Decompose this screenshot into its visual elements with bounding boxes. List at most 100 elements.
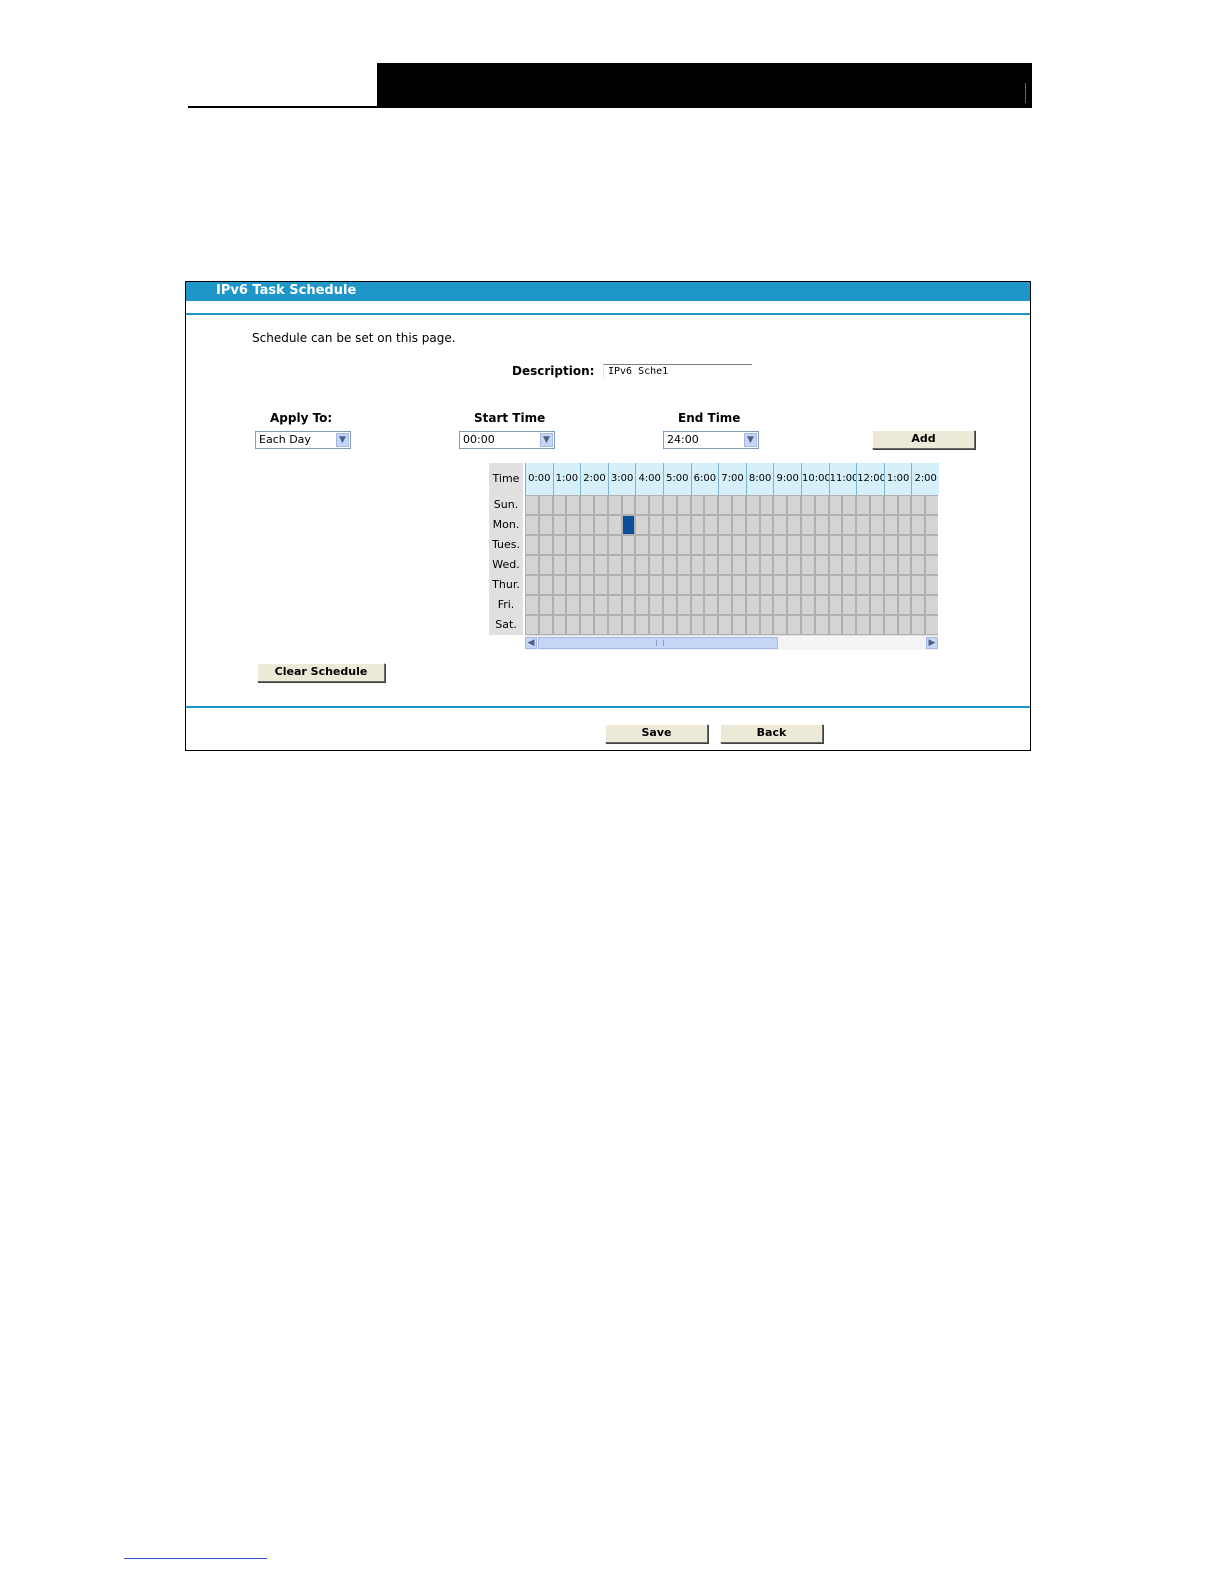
schedule-cell[interactable] [526, 516, 538, 534]
schedule-cell[interactable] [746, 596, 759, 614]
schedule-cell[interactable] [719, 496, 731, 514]
schedule-cell[interactable] [912, 576, 925, 594]
schedule-cell[interactable] [926, 556, 938, 574]
schedule-cell[interactable] [829, 496, 842, 514]
schedule-cell[interactable] [567, 536, 580, 554]
schedule-cell[interactable] [788, 496, 800, 514]
schedule-cell[interactable] [664, 496, 676, 514]
schedule-cell[interactable] [857, 596, 869, 614]
schedule-cell[interactable] [650, 516, 662, 534]
schedule-cell[interactable] [746, 536, 759, 554]
schedule-cell[interactable] [636, 616, 649, 634]
schedule-cell[interactable] [871, 576, 883, 594]
schedule-cell[interactable] [567, 516, 580, 534]
schedule-cell[interactable] [691, 556, 704, 574]
schedule-cell[interactable] [912, 516, 925, 534]
schedule-cell[interactable] [746, 576, 759, 594]
schedule-cell[interactable] [898, 596, 911, 614]
schedule-cell[interactable] [774, 596, 787, 614]
schedule-cell[interactable] [774, 616, 787, 634]
schedule-cell[interactable] [774, 516, 787, 534]
schedule-cell[interactable] [733, 596, 745, 614]
schedule-cell[interactable] [691, 616, 704, 634]
schedule-cell[interactable] [595, 576, 607, 594]
schedule-cell[interactable] [912, 536, 925, 554]
schedule-cell[interactable] [664, 596, 676, 614]
schedule-cell[interactable] [553, 496, 566, 514]
schedule-cell[interactable] [567, 616, 580, 634]
schedule-cell[interactable] [719, 556, 731, 574]
start-time-select[interactable]: 00:00 ▼ [459, 431, 555, 449]
schedule-cell[interactable] [733, 556, 745, 574]
schedule-cell[interactable] [636, 536, 649, 554]
schedule-cell[interactable] [802, 556, 814, 574]
schedule-cell[interactable] [829, 576, 842, 594]
schedule-cell[interactable] [636, 556, 649, 574]
schedule-cell[interactable] [898, 616, 911, 634]
schedule-cell[interactable] [581, 516, 593, 534]
schedule-cell[interactable] [691, 596, 704, 614]
schedule-cell[interactable] [705, 496, 718, 514]
schedule-cell[interactable] [871, 556, 883, 574]
schedule-cell[interactable] [622, 536, 635, 554]
schedule-cell[interactable] [829, 536, 842, 554]
schedule-cell[interactable] [677, 556, 690, 574]
schedule-cell[interactable] [884, 496, 897, 514]
schedule-cell[interactable] [650, 596, 662, 614]
schedule-cell[interactable] [802, 616, 814, 634]
schedule-cell[interactable] [829, 516, 842, 534]
schedule-cell[interactable] [553, 616, 566, 634]
schedule-cell[interactable] [691, 576, 704, 594]
schedule-cell[interactable] [788, 576, 800, 594]
schedule-cell[interactable] [829, 616, 842, 634]
schedule-cell[interactable] [802, 516, 814, 534]
schedule-cell[interactable] [553, 576, 566, 594]
schedule-cell[interactable] [871, 596, 883, 614]
horizontal-scrollbar[interactable]: ◀ ▶ [525, 635, 938, 650]
description-input[interactable]: IPv6 Sche1 [603, 364, 752, 379]
schedule-cell[interactable] [815, 616, 828, 634]
schedule-cell[interactable] [829, 596, 842, 614]
schedule-cell[interactable] [843, 616, 856, 634]
schedule-cell[interactable] [884, 516, 897, 534]
schedule-cell[interactable] [926, 536, 938, 554]
schedule-cell[interactable] [705, 516, 718, 534]
schedule-cell[interactable] [608, 496, 621, 514]
schedule-cell[interactable] [526, 596, 538, 614]
schedule-cell[interactable] [581, 596, 593, 614]
schedule-cell[interactable] [760, 616, 773, 634]
schedule-cell[interactable] [774, 576, 787, 594]
schedule-cell[interactable] [677, 576, 690, 594]
schedule-cell[interactable] [788, 516, 800, 534]
schedule-cell[interactable] [898, 556, 911, 574]
schedule-cell[interactable] [733, 536, 745, 554]
schedule-cell[interactable] [608, 516, 621, 534]
schedule-cell[interactable] [788, 616, 800, 634]
schedule-cell[interactable] [719, 616, 731, 634]
schedule-cell[interactable] [526, 496, 538, 514]
schedule-cell[interactable] [539, 576, 552, 594]
schedule-cell[interactable] [857, 516, 869, 534]
schedule-cell[interactable] [705, 576, 718, 594]
schedule-cell[interactable] [567, 556, 580, 574]
schedule-cell[interactable] [608, 536, 621, 554]
schedule-cell[interactable] [898, 496, 911, 514]
schedule-cell[interactable] [760, 556, 773, 574]
schedule-cell[interactable] [636, 496, 649, 514]
schedule-cell[interactable] [581, 496, 593, 514]
schedule-cell[interactable] [608, 576, 621, 594]
schedule-cell[interactable] [788, 556, 800, 574]
schedule-cell[interactable] [719, 596, 731, 614]
schedule-cell[interactable] [802, 576, 814, 594]
schedule-cell[interactable] [705, 536, 718, 554]
schedule-cell[interactable] [636, 516, 649, 534]
schedule-cell[interactable] [733, 496, 745, 514]
schedule-cell[interactable] [567, 596, 580, 614]
schedule-cell[interactable] [677, 536, 690, 554]
schedule-cell[interactable] [829, 556, 842, 574]
chevron-down-icon[interactable]: ▼ [336, 433, 349, 447]
schedule-cell[interactable] [815, 576, 828, 594]
schedule-cell[interactable] [926, 596, 938, 614]
schedule-cell[interactable] [691, 496, 704, 514]
schedule-cell[interactable] [608, 616, 621, 634]
